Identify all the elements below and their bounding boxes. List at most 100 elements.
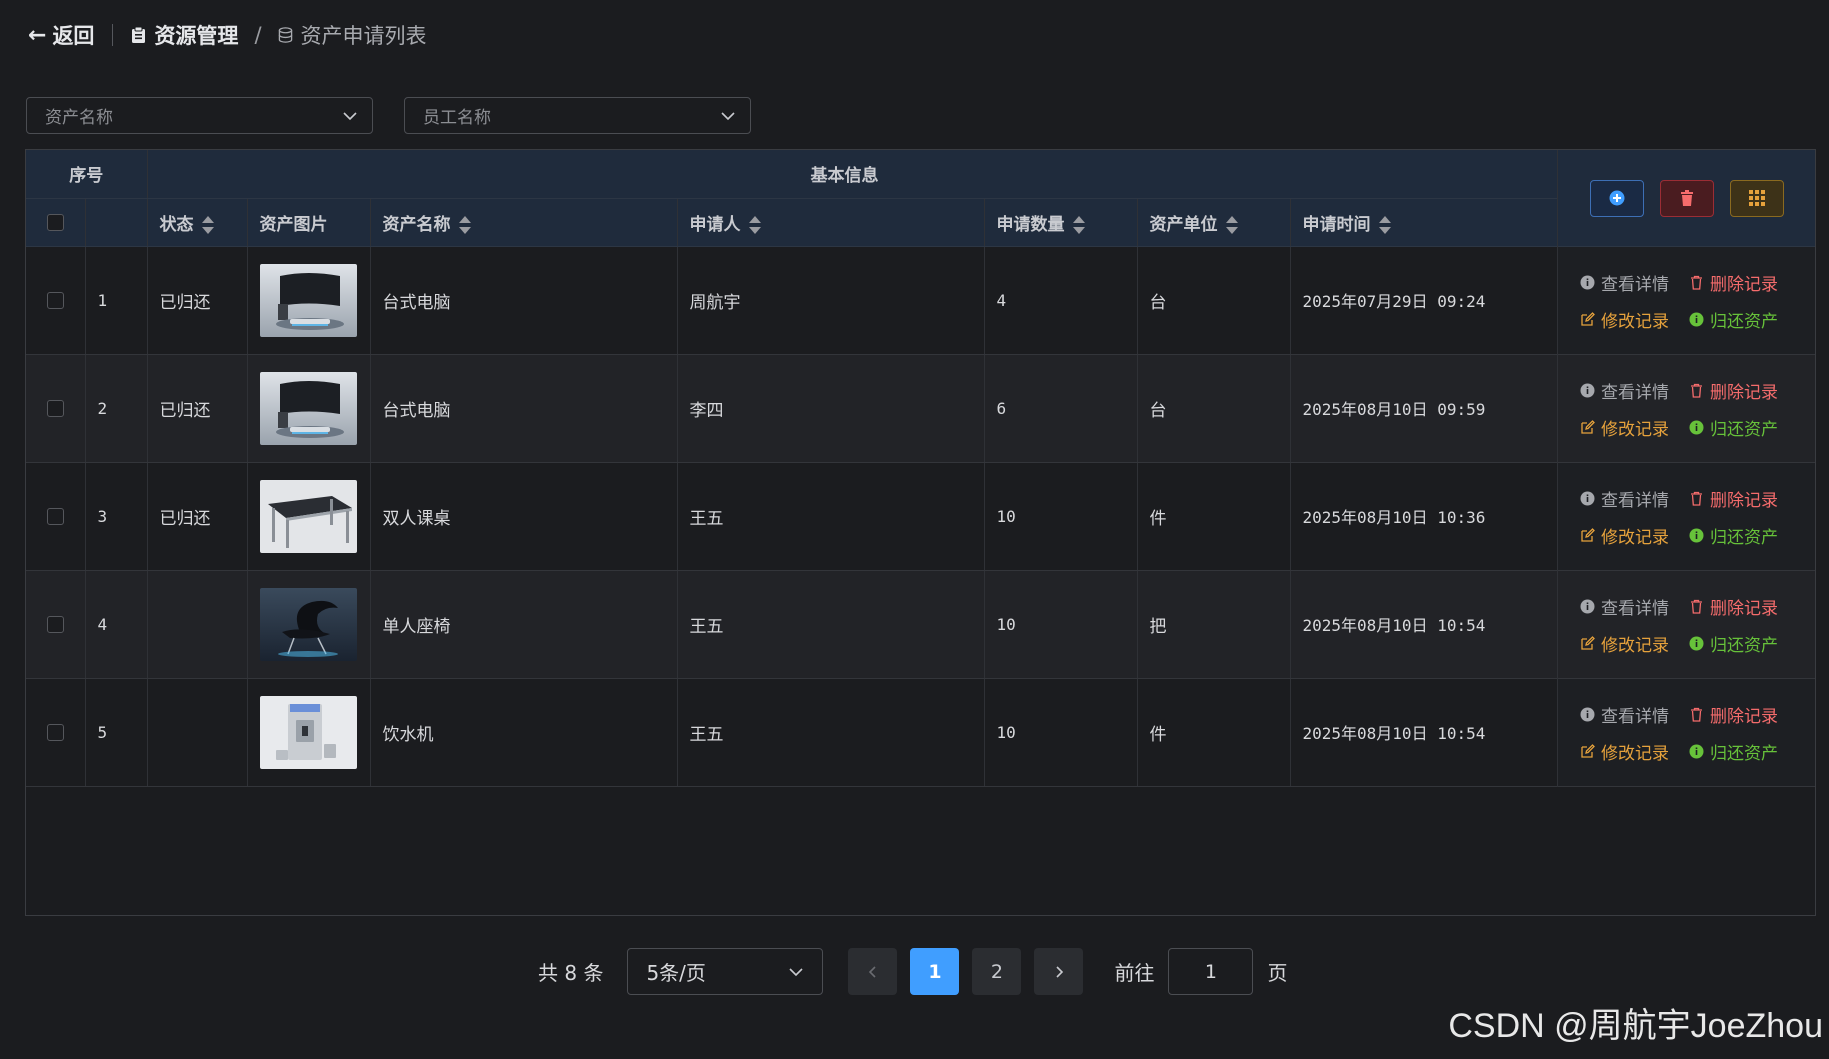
return-asset-link[interactable]: 归还资产 <box>1689 307 1778 332</box>
chevron-left-icon <box>868 965 876 978</box>
action-label: 修改记录 <box>1601 311 1669 332</box>
sort-icon[interactable] <box>458 215 471 235</box>
trash-icon <box>1691 707 1702 722</box>
column-header-quantity[interactable]: 申请数量 <box>984 198 1138 247</box>
table-row[interactable]: 4 单人座椅 王五 10 把 2025年08月10日 10:54 <box>26 570 1793 679</box>
edit-record-link[interactable]: 修改记录 <box>1580 739 1669 764</box>
batch-delete-button[interactable] <box>1659 179 1714 217</box>
add-button[interactable] <box>1589 179 1644 217</box>
data-table: 序号 基本信息 状态 资产图片 资产名称 申请人 申请数量 资产单位 申请时间 <box>26 150 1793 787</box>
header-breadcrumb: ← 返回 资源管理 / 资产申请列表 <box>28 20 427 50</box>
desktop-computer-image[interactable] <box>259 263 357 337</box>
row-select-cell <box>26 678 86 787</box>
delete-record-link[interactable]: 删除记录 <box>1689 702 1778 727</box>
row-checkbox[interactable] <box>46 291 64 309</box>
delete-record-link[interactable]: 删除记录 <box>1689 486 1778 511</box>
watermark: CSDN @周航宇JoeZhou <box>1448 1007 1823 1045</box>
next-page-button[interactable] <box>1034 948 1084 995</box>
single-chair-image[interactable] <box>259 587 357 661</box>
row-applicant: 王五 <box>677 570 985 679</box>
return-asset-link[interactable]: 归还资产 <box>1689 415 1778 440</box>
sort-icon[interactable] <box>1072 215 1085 235</box>
view-detail-link[interactable]: 查看详情 <box>1580 270 1669 295</box>
edit-record-link[interactable]: 修改记录 <box>1580 415 1669 440</box>
delete-record-link[interactable]: 删除记录 <box>1689 378 1778 403</box>
row-asset-name: 单人座椅 <box>370 570 678 679</box>
action-label: 归还资产 <box>1710 419 1778 440</box>
view-detail-link[interactable]: 查看详情 <box>1580 702 1669 727</box>
info-circle-icon <box>1689 636 1704 650</box>
row-quantity: 4 <box>984 246 1138 355</box>
edit-record-link[interactable]: 修改记录 <box>1580 523 1669 548</box>
table-row[interactable]: 5 饮水机 王五 10 件 2025年08月10日 10:54 <box>26 678 1793 787</box>
employee-name-select[interactable]: 员工名称 <box>404 97 751 134</box>
action-label: 删除记录 <box>1710 490 1778 511</box>
index-column-header <box>85 198 148 247</box>
sort-icon[interactable] <box>1378 215 1391 235</box>
column-label: 资产名称 <box>382 214 451 235</box>
page-button-2[interactable]: 2 <box>972 948 1022 995</box>
page-size-value: 5条/页 <box>646 961 706 985</box>
row-actions: 查看详情 删除记录 修改记录 归还资产 <box>1558 679 1815 787</box>
row-applicant: 王五 <box>677 678 985 787</box>
back-button[interactable]: ← 返回 <box>28 20 94 50</box>
edit-record-link[interactable]: 修改记录 <box>1580 307 1669 332</box>
row-select-cell <box>26 570 86 679</box>
return-asset-link[interactable]: 归还资产 <box>1689 739 1778 764</box>
water-dispenser-image[interactable] <box>259 695 357 769</box>
edit-icon <box>1581 311 1595 326</box>
breadcrumb-parent[interactable]: 资源管理 <box>131 20 238 50</box>
table-row[interactable]: 2 已归还 台式电脑 李四 6 台 2025年08月10日 09:59 <box>26 354 1793 463</box>
row-select-cell <box>26 462 86 571</box>
goto-page-input[interactable] <box>1168 948 1254 995</box>
page-size-select[interactable]: 5条/页 <box>627 948 824 995</box>
return-asset-link[interactable]: 归还资产 <box>1689 631 1778 656</box>
column-settings-button[interactable] <box>1729 179 1784 217</box>
row-quantity: 10 <box>984 678 1138 787</box>
delete-record-link[interactable]: 删除记录 <box>1689 270 1778 295</box>
table-row[interactable]: 3 已归还 双人课桌 王五 10 件 2025年08月10日 10:36 <box>26 462 1793 571</box>
filter-bar: 资产名称 员工名称 <box>26 97 751 134</box>
goto-page: 前往 页 <box>1114 948 1287 995</box>
page-suffix: 页 <box>1267 961 1288 985</box>
row-quantity: 6 <box>984 354 1138 463</box>
action-label: 查看详情 <box>1601 490 1669 511</box>
row-unit: 件 <box>1137 678 1291 787</box>
asset-name-select[interactable]: 资产名称 <box>26 97 373 134</box>
sort-icon[interactable] <box>748 215 761 235</box>
row-image-cell <box>247 462 371 571</box>
sort-icon[interactable] <box>201 215 214 235</box>
row-actions: 查看详情 删除记录 修改记录 归还资产 <box>1558 571 1815 679</box>
column-header-unit[interactable]: 资产单位 <box>1137 198 1291 247</box>
row-checkbox[interactable] <box>46 399 64 417</box>
row-checkbox[interactable] <box>46 507 64 525</box>
column-header-applicant[interactable]: 申请人 <box>677 198 985 247</box>
chevron-down-icon <box>343 111 357 120</box>
page-button-1[interactable]: 1 <box>910 948 960 995</box>
row-checkbox[interactable] <box>46 723 64 741</box>
row-checkbox[interactable] <box>46 615 64 633</box>
sort-icon[interactable] <box>1225 215 1238 235</box>
desktop-computer-image[interactable] <box>259 371 357 445</box>
select-all-checkbox[interactable] <box>46 213 64 231</box>
view-detail-link[interactable]: 查看详情 <box>1580 378 1669 403</box>
row-status <box>147 570 248 679</box>
prev-page-button[interactable] <box>848 948 898 995</box>
edit-record-link[interactable]: 修改记录 <box>1580 631 1669 656</box>
breadcrumb-parent-label: 资源管理 <box>154 24 239 48</box>
row-index: 5 <box>85 678 148 787</box>
breadcrumb-current-label: 资产申请列表 <box>300 24 427 48</box>
view-detail-link[interactable]: 查看详情 <box>1580 594 1669 619</box>
table-row[interactable]: 1 已归还 台式电脑 周航宇 4 台 2025年07月29日 09:24 <box>26 246 1793 355</box>
column-header-name[interactable]: 资产名称 <box>370 198 678 247</box>
row-image-cell <box>247 246 371 355</box>
double-desk-image[interactable] <box>259 479 357 553</box>
delete-record-link[interactable]: 删除记录 <box>1689 594 1778 619</box>
action-label: 修改记录 <box>1601 527 1669 548</box>
row-asset-name: 饮水机 <box>370 678 678 787</box>
group-header-basic-label: 基本信息 <box>810 166 879 187</box>
view-detail-link[interactable]: 查看详情 <box>1580 486 1669 511</box>
column-header-status[interactable]: 状态 <box>147 198 248 247</box>
info-icon <box>1580 491 1595 505</box>
return-asset-link[interactable]: 归还资产 <box>1689 523 1778 548</box>
